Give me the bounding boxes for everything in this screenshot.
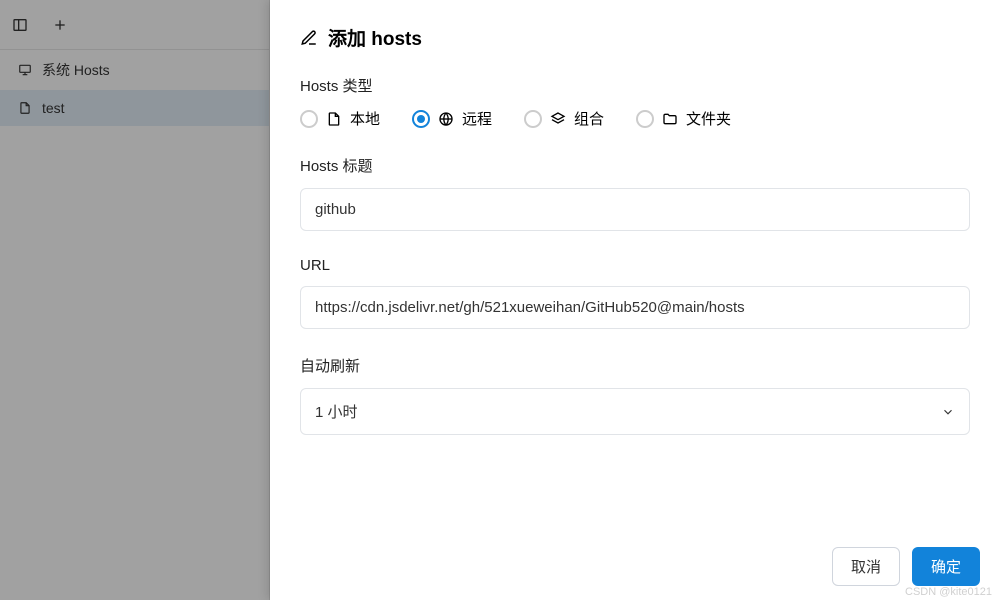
hosts-title-label: Hosts 标题 — [300, 155, 970, 176]
select-value: 1 小时 — [315, 401, 358, 422]
type-option-local[interactable]: 本地 — [300, 108, 380, 129]
radio-indicator — [412, 110, 430, 128]
hosts-type-options: 本地 远程 组合 文件夹 — [300, 108, 970, 129]
refresh-select[interactable]: 1 小时 — [300, 388, 970, 435]
chevron-down-icon — [941, 405, 955, 419]
globe-icon — [438, 111, 454, 127]
refresh-label: 自动刷新 — [300, 355, 970, 376]
file-icon — [326, 111, 342, 127]
panel-title-text: 添加 hosts — [328, 24, 422, 51]
edit-icon — [300, 29, 318, 47]
type-option-folder[interactable]: 文件夹 — [636, 108, 731, 129]
option-label: 组合 — [574, 108, 604, 129]
folder-icon — [662, 111, 678, 127]
confirm-button[interactable]: 确定 — [912, 547, 980, 586]
panel-footer: 取消 确定 — [270, 533, 1000, 600]
hosts-title-input[interactable] — [300, 188, 970, 231]
url-label: URL — [300, 257, 970, 274]
option-label: 远程 — [462, 108, 492, 129]
type-option-group[interactable]: 组合 — [524, 108, 604, 129]
layers-icon — [550, 111, 566, 127]
option-label: 文件夹 — [686, 108, 731, 129]
url-input[interactable] — [300, 286, 970, 329]
type-option-remote[interactable]: 远程 — [412, 108, 492, 129]
panel-title: 添加 hosts — [300, 24, 970, 51]
option-label: 本地 — [350, 108, 380, 129]
hosts-type-label: Hosts 类型 — [300, 75, 970, 96]
cancel-button[interactable]: 取消 — [832, 547, 900, 586]
radio-indicator — [524, 110, 542, 128]
radio-indicator — [300, 110, 318, 128]
add-hosts-panel: 添加 hosts Hosts 类型 本地 远程 组合 文件夹 — [270, 0, 1000, 600]
watermark: CSDN @kite0121 — [905, 586, 992, 598]
radio-indicator — [636, 110, 654, 128]
